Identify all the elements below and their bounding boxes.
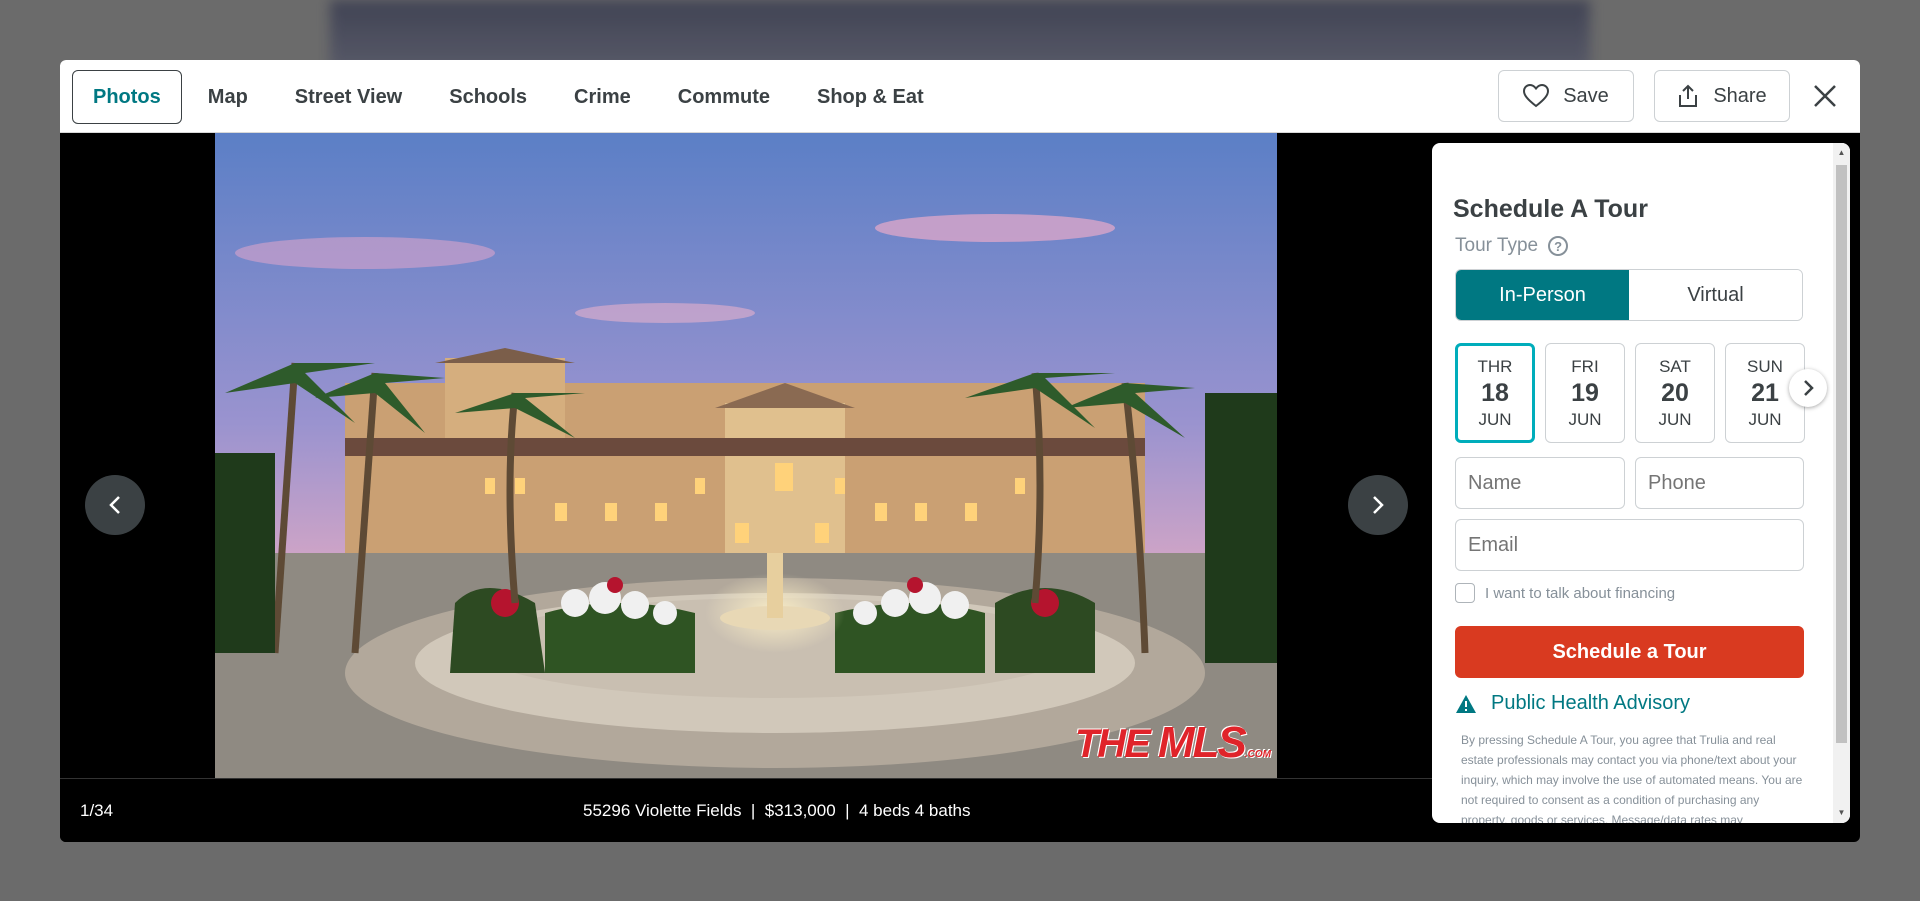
tab-map[interactable]: Map <box>187 70 269 124</box>
share-label: Share <box>1713 84 1767 107</box>
scroll-down-icon[interactable]: ▼ <box>1836 807 1847 818</box>
next-dates-button[interactable] <box>1789 369 1827 407</box>
tour-type-label: Tour Type <box>1455 235 1539 256</box>
heart-icon <box>1523 84 1550 108</box>
tour-type-row: Tour Type ? <box>1455 235 1569 257</box>
financing-checkbox[interactable] <box>1455 583 1475 603</box>
date-day: 21 <box>1751 378 1779 407</box>
email-input[interactable] <box>1455 519 1804 571</box>
modal-header: Photos Map Street View Schools Crime Com… <box>60 60 1860 133</box>
tab-photos[interactable]: Photos <box>72 70 182 124</box>
share-icon <box>1679 84 1698 107</box>
photo-viewer: THE MLS.COM <box>60 133 1432 778</box>
virtual-option[interactable]: Virtual <box>1629 270 1802 320</box>
date-month: JUN <box>1568 409 1602 429</box>
panel-scrollbar[interactable]: ▲ ▼ <box>1833 143 1850 823</box>
date-picker: THR 18 JUN FRI 19 JUN SAT 20 JUN SUN 21 … <box>1455 343 1805 443</box>
scroll-thumb[interactable] <box>1836 165 1847 743</box>
date-day: 18 <box>1481 378 1509 407</box>
date-option[interactable]: THR 18 JUN <box>1455 343 1535 443</box>
date-option[interactable]: SAT 20 JUN <box>1635 343 1715 443</box>
legal-disclaimer: By pressing Schedule A Tour, you agree t… <box>1461 733 1803 823</box>
date-weekday: FRI <box>1571 356 1599 376</box>
name-input[interactable] <box>1455 457 1625 509</box>
chevron-right-icon <box>1373 496 1384 514</box>
mls-watermark-logo: THE MLS.COM <box>1074 718 1271 767</box>
date-day: 20 <box>1661 378 1689 407</box>
date-day: 19 <box>1571 378 1599 407</box>
share-button[interactable]: Share <box>1654 70 1790 122</box>
tab-commute[interactable]: Commute <box>657 70 791 124</box>
in-person-option[interactable]: In-Person <box>1456 270 1629 320</box>
next-photo-button[interactable] <box>1348 475 1408 535</box>
date-month: JUN <box>1478 409 1512 429</box>
listing-summary: 55296 Violette Fields | $313,000 | 4 bed… <box>583 801 971 820</box>
save-button[interactable]: Save <box>1498 70 1634 122</box>
date-weekday: SAT <box>1659 356 1691 376</box>
tour-type-toggle: In-Person Virtual <box>1455 269 1803 321</box>
scroll-up-icon[interactable]: ▲ <box>1836 147 1847 158</box>
advisory-label: Public Health Advisory <box>1491 692 1690 714</box>
tab-crime[interactable]: Crime <box>553 70 652 124</box>
property-photo[interactable]: THE MLS.COM <box>215 133 1277 778</box>
photo-counter: 1/34 <box>80 801 114 820</box>
schedule-tour-button[interactable]: Schedule a Tour <box>1455 626 1804 678</box>
warning-icon <box>1456 694 1476 713</box>
schedule-tour-panel: Schedule A Tour Tour Type ? In-Person Vi… <box>1432 143 1850 823</box>
tab-bar: Photos Map Street View Schools Crime Com… <box>72 70 950 124</box>
phone-input[interactable] <box>1635 457 1804 509</box>
tab-schools[interactable]: Schools <box>428 70 548 124</box>
chevron-left-icon <box>109 496 120 514</box>
panel-title: Schedule A Tour <box>1453 195 1648 223</box>
save-label: Save <box>1563 84 1609 107</box>
close-icon[interactable] <box>1810 81 1840 111</box>
public-health-advisory-link[interactable]: Public Health Advisory <box>1455 692 1690 715</box>
previous-photo-button[interactable] <box>85 475 145 535</box>
date-month: JUN <box>1658 409 1692 429</box>
date-weekday: THR <box>1477 356 1513 376</box>
tab-street-view[interactable]: Street View <box>274 70 423 124</box>
help-icon[interactable]: ? <box>1548 236 1569 256</box>
photo-gallery-modal: Photos Map Street View Schools Crime Com… <box>60 60 1860 842</box>
chevron-right-icon <box>1804 380 1814 396</box>
header-actions: Save Share <box>1498 70 1860 122</box>
property-photo-image <box>215 133 1277 778</box>
date-weekday: SUN <box>1747 356 1783 376</box>
date-month: JUN <box>1748 409 1782 429</box>
photo-info-bar: 1/34 55296 Violette Fields | $313,000 | … <box>60 778 1432 842</box>
date-option[interactable]: FRI 19 JUN <box>1545 343 1625 443</box>
financing-option: I want to talk about financing <box>1455 583 1675 603</box>
tab-shop-eat[interactable]: Shop & Eat <box>796 70 945 124</box>
financing-label: I want to talk about financing <box>1485 584 1676 602</box>
